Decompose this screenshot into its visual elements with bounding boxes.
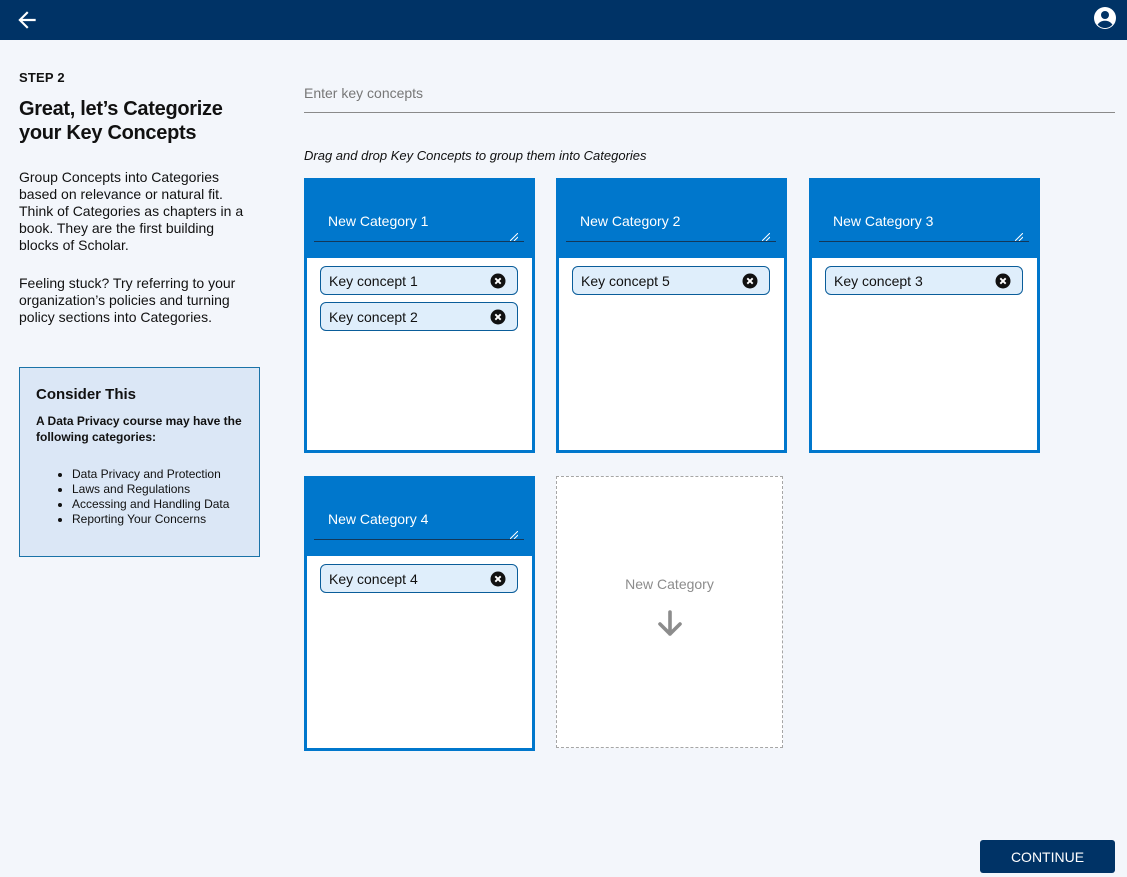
key-concept-chip[interactable]: Key concept 2 — [320, 302, 518, 331]
arrow-left-icon[interactable] — [14, 7, 40, 33]
arrow-down-icon — [658, 610, 682, 636]
new-category-label: New Category — [625, 576, 714, 592]
example-category-item: Laws and Regulations — [72, 482, 243, 497]
user-circle-icon[interactable] — [1093, 6, 1117, 30]
new-category-dropzone[interactable]: New Category — [556, 476, 783, 748]
consider-title: Consider This — [36, 386, 137, 403]
key-concept-label: Key concept 2 — [329, 308, 418, 325]
category-name-field[interactable] — [314, 486, 524, 540]
example-category-item: Data Privacy and Protection — [72, 467, 243, 482]
category-card-1[interactable]: Key concept 1 Key concept 2 — [304, 178, 535, 453]
close-circle-icon[interactable] — [742, 273, 758, 289]
key-concept-label: Key concept 3 — [834, 272, 923, 289]
concept-list: Key concept 5 — [559, 258, 784, 295]
category-header — [307, 479, 532, 556]
top-bar — [0, 0, 1127, 40]
key-concept-input[interactable] — [304, 74, 1115, 113]
example-category-list: Data Privacy and Protection Laws and Reg… — [36, 467, 243, 527]
example-category-item: Reporting Your Concerns — [72, 512, 243, 527]
resize-grip-icon[interactable] — [510, 531, 518, 539]
drag-instruction: Drag and drop Key Concepts to group them… — [304, 148, 647, 163]
key-concept-chip[interactable]: Key concept 4 — [320, 564, 518, 593]
description-text: Group Concepts into Categories based on … — [19, 169, 244, 253]
key-concept-chip[interactable]: Key concept 1 — [320, 266, 518, 295]
close-circle-icon[interactable] — [490, 571, 506, 587]
example-category-item: Accessing and Handling Data — [72, 497, 243, 512]
category-name-field[interactable] — [819, 188, 1029, 242]
concept-list: Key concept 1 Key concept 2 — [307, 258, 532, 331]
continue-button[interactable]: CONTINUE — [980, 840, 1115, 873]
page-title-line-2: your Key Concepts — [19, 122, 197, 144]
hint-text: Feeling stuck? Try referring to your org… — [19, 275, 236, 325]
category-card-2[interactable]: Key concept 5 — [556, 178, 787, 453]
category-name-field[interactable] — [314, 188, 524, 242]
concept-list: Key concept 4 — [307, 556, 532, 593]
key-concept-chip[interactable]: Key concept 5 — [572, 266, 770, 295]
close-circle-icon[interactable] — [490, 273, 506, 289]
resize-grip-icon[interactable] — [510, 233, 518, 241]
page-title-line-1: Great, let’s Categorize — [19, 98, 223, 120]
close-circle-icon[interactable] — [995, 273, 1011, 289]
page-title: Great, let’s Categorize your Key Concept… — [19, 97, 264, 145]
category-header — [812, 181, 1037, 258]
key-concept-chip[interactable]: Key concept 3 — [825, 266, 1023, 295]
category-card-4[interactable]: Key concept 4 — [304, 476, 535, 751]
step-label: STEP 2 — [19, 70, 65, 85]
close-circle-icon[interactable] — [490, 309, 506, 325]
resize-grip-icon[interactable] — [1015, 233, 1023, 241]
key-concept-label: Key concept 5 — [581, 272, 670, 289]
consider-subtitle: A Data Privacy course may have the follo… — [36, 414, 242, 444]
concept-list: Key concept 3 — [812, 258, 1037, 295]
consider-this-box: Consider This A Data Privacy course may … — [19, 367, 260, 557]
category-header — [559, 181, 784, 258]
resize-grip-icon[interactable] — [762, 233, 770, 241]
category-name-field[interactable] — [566, 188, 776, 242]
key-concept-label: Key concept 4 — [329, 570, 418, 587]
instructions-panel: STEP 2 Great, let’s Categorize your Key … — [19, 70, 264, 326]
category-card-3[interactable]: Key concept 3 — [809, 178, 1040, 453]
key-concept-label: Key concept 1 — [329, 272, 418, 289]
category-header — [307, 181, 532, 258]
